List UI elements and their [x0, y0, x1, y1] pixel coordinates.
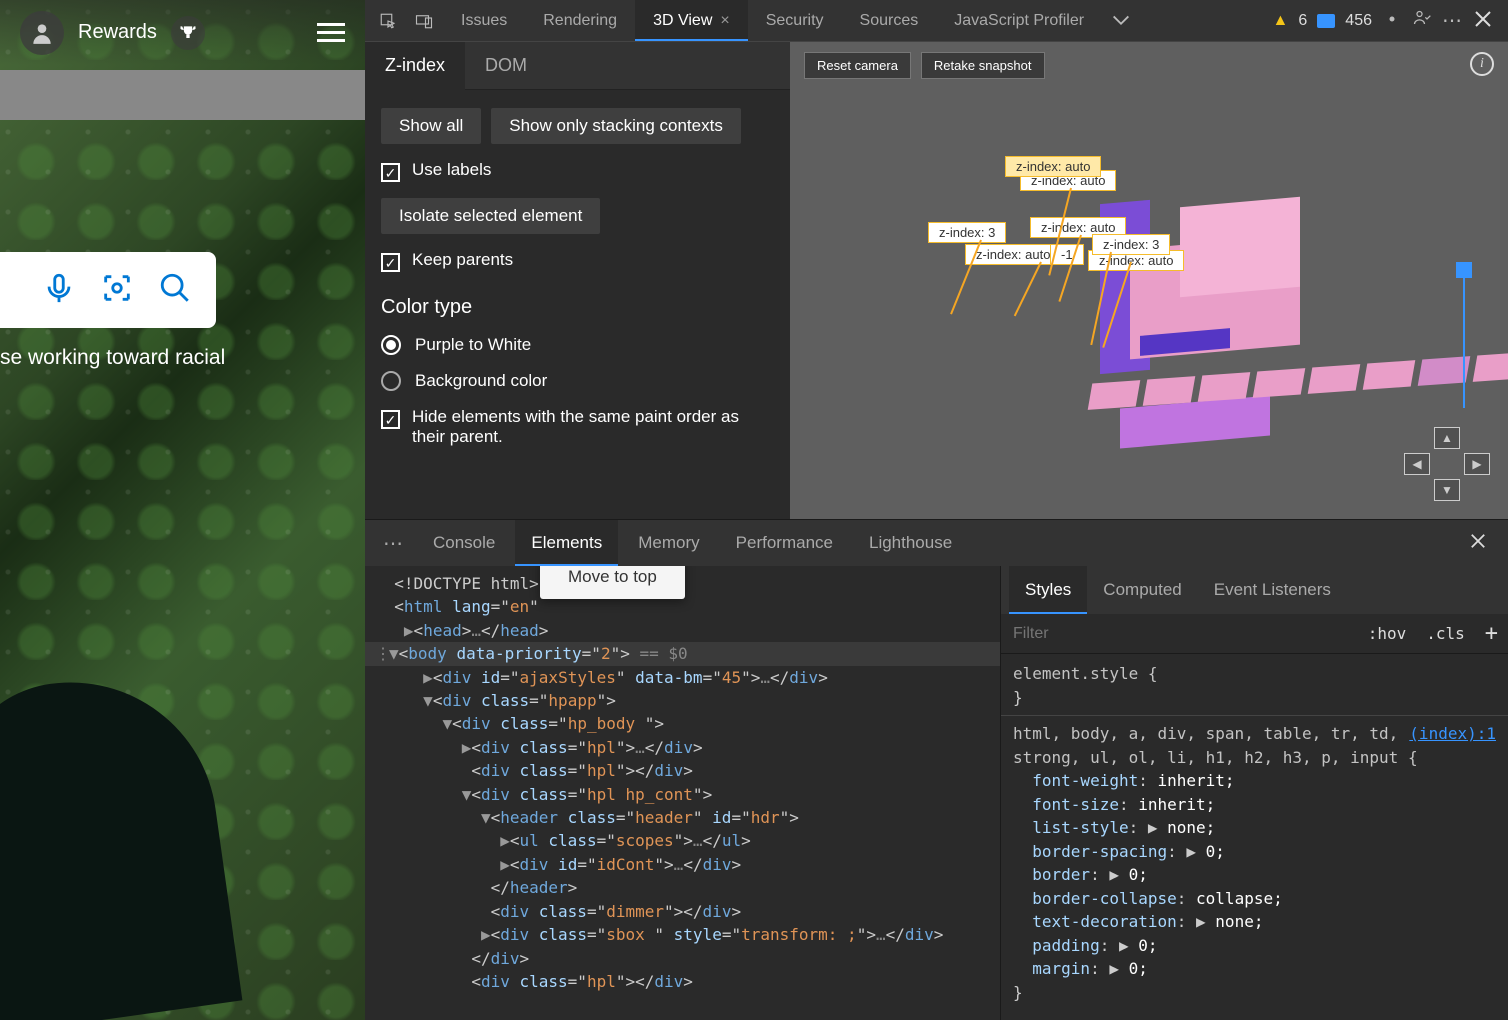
drawer-tab-lighthouse[interactable]: Lighthouse [853, 520, 968, 566]
styles-filter-input[interactable] [1001, 625, 1358, 643]
nav-up-button[interactable]: ▲ [1434, 427, 1460, 449]
inspect-element-icon[interactable] [371, 6, 405, 36]
kebab-menu-icon[interactable]: ⋯ [1442, 8, 1464, 33]
tab-dom[interactable]: DOM [465, 42, 547, 89]
warning-icon[interactable]: ▲ [1273, 12, 1289, 30]
z-label: z-index: 3 [1092, 234, 1170, 255]
drawer-tab-memory[interactable]: Memory [622, 520, 715, 566]
keep-parents-label: Keep parents [412, 250, 513, 270]
tab-sources[interactable]: Sources [842, 0, 937, 41]
hov-toggle[interactable]: :hov [1358, 624, 1417, 643]
nav-down-button[interactable]: ▼ [1434, 479, 1460, 501]
purple-white-label: Purple to White [415, 335, 531, 355]
keep-parents-checkbox[interactable] [381, 253, 400, 272]
styles-rules[interactable]: element.style { } (index):1html, body, a… [1001, 654, 1508, 1020]
styles-tab-event-listeners[interactable]: Event Listeners [1198, 566, 1347, 614]
gear-icon[interactable] [1382, 9, 1402, 33]
info-icon[interactable]: i [1470, 52, 1494, 76]
color-type-heading: Color type [381, 296, 774, 319]
styles-more-tabs-icon[interactable] [1347, 566, 1379, 614]
selection-marker [1456, 262, 1472, 278]
z-label: z-index: 3 [928, 222, 1006, 243]
info-count: 456 [1345, 12, 1372, 30]
new-style-rule-button[interactable]: + [1475, 621, 1508, 646]
z-label: z-index: auto [1005, 156, 1101, 177]
dom-tree[interactable]: <!DOCTYPE html> <html lang="en" ▶<head>…… [365, 566, 1000, 1020]
reset-camera-button[interactable]: Reset camera [804, 52, 911, 79]
drawer-tab-performance[interactable]: Performance [720, 520, 849, 566]
styles-panel: Styles Computed Event Listeners :hov .cl… [1000, 566, 1508, 1020]
search-icon[interactable] [158, 271, 192, 309]
tab-security[interactable]: Security [748, 0, 842, 41]
z-label: z-index: auto [965, 244, 1061, 265]
drawer-menu-icon[interactable]: ⋯ [373, 531, 413, 556]
close-devtools-icon[interactable] [1474, 10, 1492, 32]
styles-tab-styles[interactable]: Styles [1009, 566, 1087, 614]
3d-nav-controls: ▲ ◀ ▶ ▼ [1404, 427, 1490, 501]
hide-same-label: Hide elements with the same paint order … [412, 407, 774, 447]
show-stacking-button[interactable]: Show only stacking contexts [491, 108, 741, 144]
source-link[interactable]: (index):1 [1409, 722, 1496, 746]
show-all-button[interactable]: Show all [381, 108, 481, 144]
tab-js-profiler[interactable]: JavaScript Profiler [936, 0, 1102, 41]
drawer-tab-console[interactable]: Console [417, 520, 511, 566]
styles-tab-computed[interactable]: Computed [1087, 566, 1197, 614]
use-labels-checkbox[interactable] [381, 163, 400, 182]
devtools-panel: Issues Rendering 3D View× Security Sourc… [365, 0, 1508, 1020]
camera-lens-icon[interactable] [100, 271, 134, 309]
hamburger-menu-icon[interactable] [317, 23, 345, 42]
bg-road [0, 70, 365, 120]
tooltip-move-to-top: Move to top [540, 566, 685, 599]
purple-white-radio[interactable] [381, 335, 401, 355]
rewards-label[interactable]: Rewards [78, 21, 157, 44]
search-box[interactable] [0, 252, 216, 328]
bg-color-radio[interactable] [381, 371, 401, 391]
zindex-side-panel: Z-index DOM Show all Show only stacking … [365, 42, 790, 519]
drawer-close-icon[interactable] [1456, 533, 1500, 553]
drawer-tab-elements[interactable]: Elements [515, 520, 618, 566]
tab-3d-view[interactable]: 3D View× [635, 0, 748, 41]
3d-tiles [1090, 352, 1508, 412]
trophy-icon[interactable] [171, 16, 205, 50]
nav-right-button[interactable]: ▶ [1464, 453, 1490, 475]
bing-homepage-region: Rewards se working toward racial [0, 0, 365, 1020]
use-labels-label: Use labels [412, 160, 491, 180]
headline-text: se working toward racial [0, 346, 335, 370]
devtools-top-toolbar: Issues Rendering 3D View× Security Sourc… [365, 0, 1508, 42]
selection-line [1463, 278, 1465, 408]
account-avatar[interactable] [20, 11, 64, 55]
device-toolbar-icon[interactable] [407, 6, 441, 36]
more-tabs-icon[interactable] [1104, 6, 1138, 36]
bg-color-label: Background color [415, 371, 547, 391]
isolate-button[interactable]: Isolate selected element [381, 198, 600, 234]
warning-count: 6 [1298, 12, 1307, 30]
tab-rendering[interactable]: Rendering [525, 0, 635, 41]
3d-viewport[interactable]: Reset camera Retake snapshot i z-index: … [790, 42, 1508, 519]
hide-same-checkbox[interactable] [381, 410, 400, 429]
nav-left-button[interactable]: ◀ [1404, 453, 1430, 475]
info-badge-icon[interactable] [1317, 14, 1335, 28]
feedback-icon[interactable] [1412, 9, 1432, 33]
retake-snapshot-button[interactable]: Retake snapshot [921, 52, 1045, 79]
drawer-panel: ⋯ Console Elements Memory Performance Li… [365, 519, 1508, 1020]
close-icon[interactable]: × [720, 12, 729, 30]
microphone-icon[interactable] [42, 271, 76, 309]
tab-issues[interactable]: Issues [443, 0, 525, 41]
cls-toggle[interactable]: .cls [1416, 624, 1475, 643]
tab-zindex[interactable]: Z-index [365, 42, 465, 89]
